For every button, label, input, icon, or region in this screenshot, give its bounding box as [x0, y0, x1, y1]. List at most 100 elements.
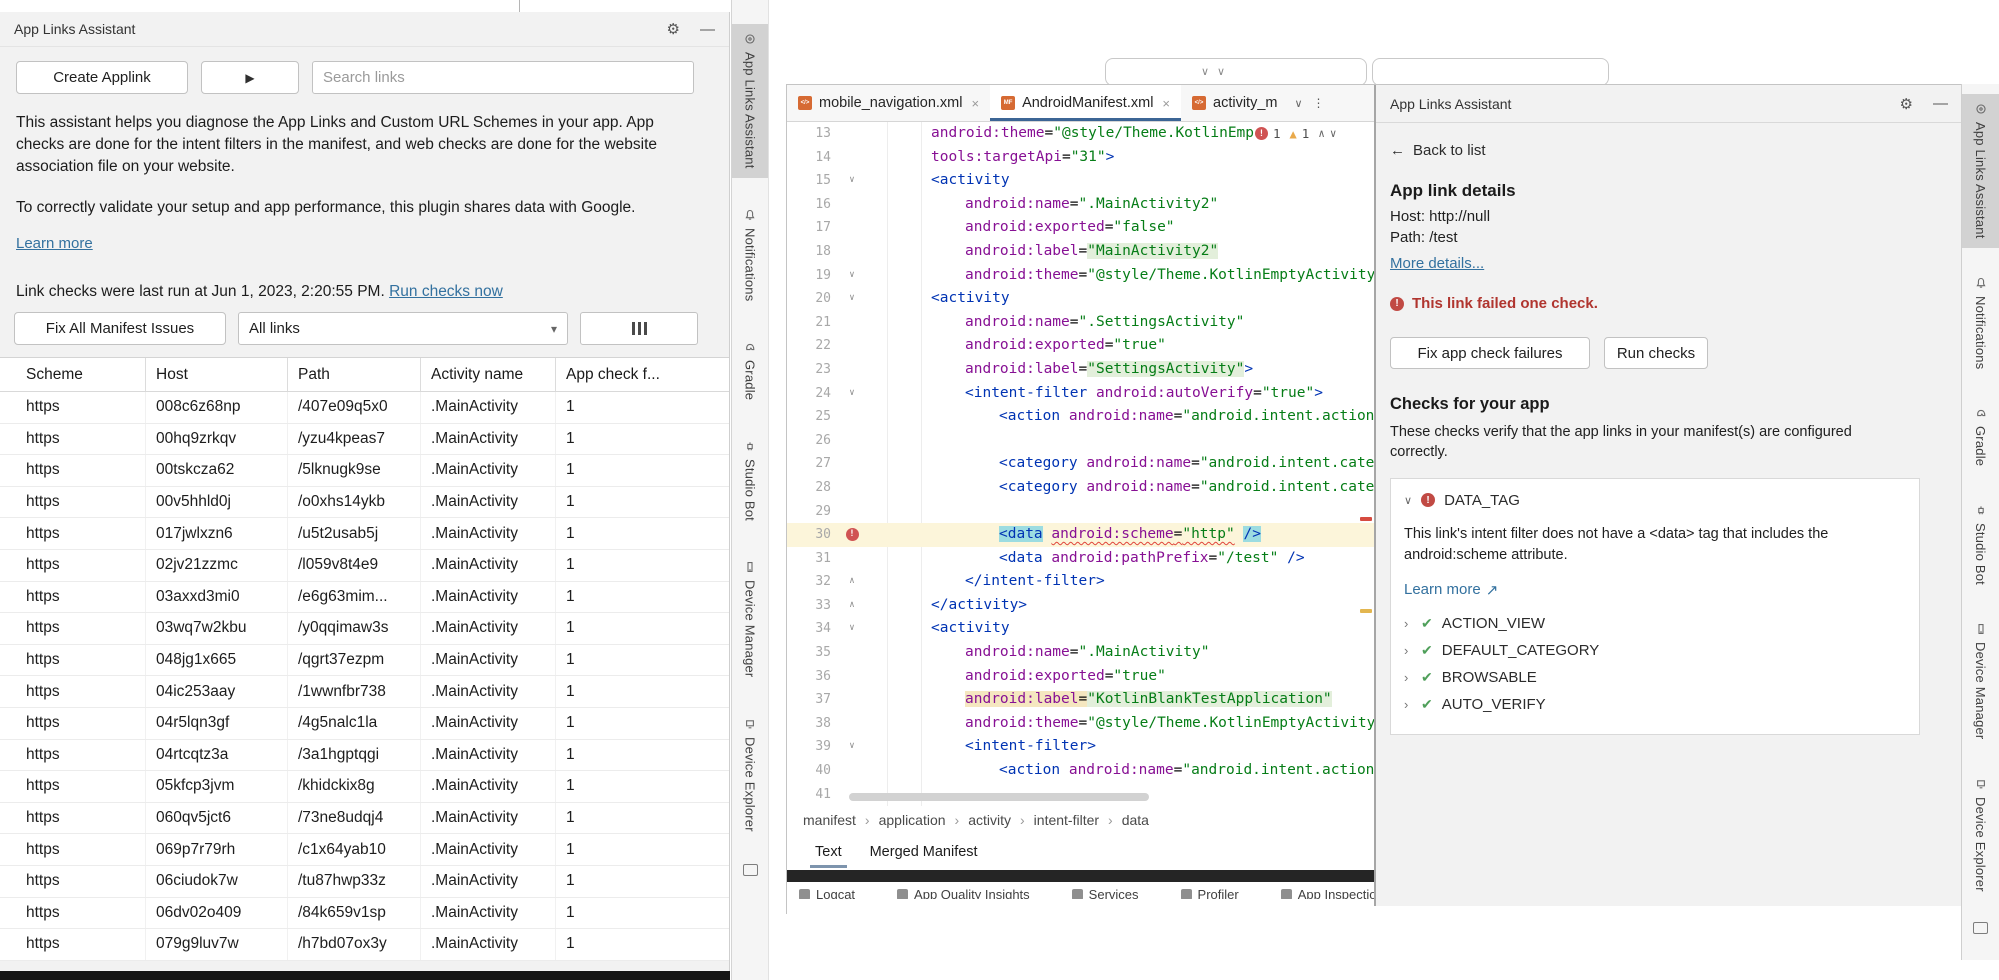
tool-window-button-logcat[interactable]: Logcat	[799, 882, 855, 899]
code-line[interactable]: 28<category android:name="android.intent…	[787, 476, 1374, 500]
fold-marker[interactable]: ∨	[841, 382, 863, 406]
code-line[interactable]: 27<category android:name="android.intent…	[787, 452, 1374, 476]
minimize-icon[interactable]: —	[700, 21, 715, 38]
code-line[interactable]: 16android:name=".MainActivity2"	[787, 193, 1374, 217]
learn-more-link[interactable]: Learn more	[16, 235, 93, 252]
code-line[interactable]: 36android:exported="true"	[787, 665, 1374, 689]
column-header[interactable]: App check f...	[556, 358, 729, 391]
tool-window-button-profiler[interactable]: Profiler	[1181, 882, 1239, 899]
code-line[interactable]: 34∨<activity	[787, 617, 1374, 641]
close-icon[interactable]: ×	[971, 96, 979, 111]
code-line[interactable]: 39∨<intent-filter>	[787, 735, 1374, 759]
run-icon-button[interactable]: ▶	[201, 61, 299, 94]
editor-tab-activity_m[interactable]: </>activity_m	[1181, 85, 1288, 121]
table-row[interactable]: https03wq7w2kbu/y0qqimaw3s.MainActivity1	[0, 613, 729, 645]
code-line[interactable]: 15∨<activity	[787, 169, 1374, 193]
chevron-up-icon[interactable]: ∧	[1318, 127, 1325, 140]
code-line[interactable]: 22android:exported="true"	[787, 334, 1374, 358]
column-header[interactable]: Scheme	[0, 358, 146, 391]
code-editor[interactable]: 13android:theme="@style/Theme.KotlinEmp1…	[787, 122, 1374, 806]
data-tag-check-row[interactable]: ∨ ! DATA_TAG	[1404, 492, 1904, 509]
chevron-down-icon[interactable]: ∨	[1294, 97, 1302, 110]
code-line[interactable]: 33∧</activity>	[787, 594, 1374, 618]
column-header[interactable]: Host	[146, 358, 288, 391]
passed-check-browsable[interactable]: ›✔BROWSABLE	[1404, 664, 1904, 691]
code-line[interactable]: 20∨<activity	[787, 287, 1374, 311]
run-checks-button[interactable]: Run checks	[1604, 337, 1708, 369]
tool-tab-app-links-assistant[interactable]: App Links Assistant	[1962, 94, 1999, 248]
passed-check-default_category[interactable]: ›✔DEFAULT_CATEGORY	[1404, 637, 1904, 664]
breadcrumb-item[interactable]: data	[1122, 812, 1149, 828]
code-line[interactable]: 37android:label="KotlinBlankTestApplicat…	[787, 688, 1374, 712]
table-row[interactable]: https00hq9zrkqv/yzu4kpeas7.MainActivity1	[0, 424, 729, 456]
tool-tab-device-explorer[interactable]: Device Explorer	[732, 709, 768, 841]
column-settings-button[interactable]	[580, 312, 698, 345]
tool-tab-studio-bot[interactable]: Studio Bot	[732, 431, 768, 530]
breadcrumb-item[interactable]: activity	[968, 812, 1011, 828]
fix-app-check-failures-button[interactable]: Fix app check failures	[1390, 337, 1590, 369]
search-links-input[interactable]	[312, 61, 694, 94]
links-filter-dropdown[interactable]: All links ▾	[238, 312, 568, 345]
code-line[interactable]: 24∨<intent-filter android:autoVerify="tr…	[787, 382, 1374, 406]
code-line[interactable]: 17android:exported="false"	[787, 216, 1374, 240]
error-gutter-icon[interactable]: !	[841, 523, 863, 547]
table-row[interactable]: https04rtcqtz3a/3a1hgptqgi.MainActivity1	[0, 740, 729, 772]
bottom-tab-merged-manifest[interactable]: Merged Manifest	[870, 844, 978, 860]
tool-window-button-services[interactable]: Services	[1072, 882, 1139, 899]
table-row[interactable]: https03axxd3mi0/e6g63mim....MainActivity…	[0, 582, 729, 614]
create-applink-button[interactable]: Create Applink	[16, 61, 188, 94]
code-line[interactable]: 14tools:targetApi="31">	[787, 146, 1374, 170]
table-row[interactable]: https060qv5jct6/73ne8udqj4.MainActivity1	[0, 803, 729, 835]
code-line[interactable]: 26	[787, 429, 1374, 453]
code-line[interactable]: 30!<data android:scheme="http" />	[787, 523, 1374, 547]
code-line[interactable]: 32∧</intent-filter>	[787, 570, 1374, 594]
fold-marker[interactable]: ∨	[841, 264, 863, 288]
code-line[interactable]: 40<action android:name="android.intent.a…	[787, 759, 1374, 783]
passed-check-action_view[interactable]: ›✔ACTION_VIEW	[1404, 610, 1904, 637]
code-line[interactable]: 31<data android:pathPrefix="/test" />	[787, 547, 1374, 571]
breadcrumb-item[interactable]: application	[879, 812, 946, 828]
fold-marker[interactable]: ∧	[841, 594, 863, 618]
table-row[interactable]: https048jg1x665/qgrt37ezpm.MainActivity1	[0, 645, 729, 677]
gear-icon[interactable]: ⚙	[1900, 95, 1913, 113]
tool-tab-app-links-assistant[interactable]: App Links Assistant	[732, 24, 768, 178]
code-line[interactable]: 35android:name=".MainActivity"	[787, 641, 1374, 665]
tool-tab-device-manager[interactable]: Device Manager	[732, 552, 768, 686]
code-line[interactable]: 23android:label="SettingsActivity">	[787, 358, 1374, 382]
minimize-icon[interactable]: —	[1933, 95, 1948, 112]
fix-all-manifest-issues-button[interactable]: Fix All Manifest Issues	[14, 312, 226, 345]
code-line[interactable]: 21android:name=".SettingsActivity"	[787, 311, 1374, 335]
column-header[interactable]: Activity name	[421, 358, 556, 391]
code-line[interactable]: 18android:label="MainActivity2"	[787, 240, 1374, 264]
tool-tab-studio-bot[interactable]: Studio Bot	[1962, 495, 1999, 594]
breadcrumb-item[interactable]: intent-filter	[1034, 812, 1099, 828]
tool-window-button-app-quality-insights[interactable]: App Quality Insights	[897, 882, 1030, 899]
table-row[interactable]: https05kfcp3jvm/khidckix8g.MainActivity1	[0, 771, 729, 803]
tool-tab-notifications[interactable]: Notifications	[1962, 268, 1999, 378]
table-row[interactable]: https02jv21zzmc/l059v8t4e9.MainActivity1	[0, 550, 729, 582]
table-row[interactable]: https00tskcza62/5lknugk9se.MainActivity1	[0, 455, 729, 487]
fold-marker[interactable]: ∧	[841, 570, 863, 594]
table-row[interactable]: https079g9luv7w/h7bd07ox3y.MainActivity1	[0, 929, 729, 961]
table-row[interactable]: https008c6z68np/407e09q5x0.MainActivity1	[0, 392, 729, 424]
tool-tab-notifications[interactable]: Notifications	[732, 200, 768, 310]
table-row[interactable]: https069p7r79rh/c1x64yab10.MainActivity1	[0, 834, 729, 866]
run-checks-now-link[interactable]: Run checks now	[389, 283, 503, 300]
gear-icon[interactable]: ⚙	[667, 20, 680, 38]
table-row[interactable]: https04r5lqn3gf/4g5nalc1la.MainActivity1	[0, 708, 729, 740]
bottom-tab-text[interactable]: Text	[815, 844, 842, 860]
tool-tab-gradle[interactable]: Gradle	[1962, 398, 1999, 475]
fold-marker[interactable]: ∨	[841, 617, 863, 641]
tool-window-button-app-inspection[interactable]: App Inspection	[1281, 882, 1374, 899]
table-row[interactable]: https06ciudok7w/tu87hwp33z.MainActivity1	[0, 866, 729, 898]
fold-marker[interactable]: ∨	[841, 169, 863, 193]
breadcrumb-item[interactable]: manifest	[803, 812, 856, 828]
code-line[interactable]: 25<action android:name="android.intent.a…	[787, 405, 1374, 429]
column-header[interactable]: Path	[288, 358, 421, 391]
close-icon[interactable]: ×	[1162, 96, 1170, 111]
tool-tab-device-manager[interactable]: Device Manager	[1962, 614, 1999, 748]
passed-check-auto_verify[interactable]: ›✔AUTO_VERIFY	[1404, 691, 1904, 718]
tool-tab-device-explorer[interactable]: Device Explorer	[1962, 769, 1999, 901]
learn-more-link[interactable]: Learn more ↗	[1404, 581, 1498, 599]
table-row[interactable]: https00v5hhld0j/o0xhs14ykb.MainActivity1	[0, 487, 729, 519]
